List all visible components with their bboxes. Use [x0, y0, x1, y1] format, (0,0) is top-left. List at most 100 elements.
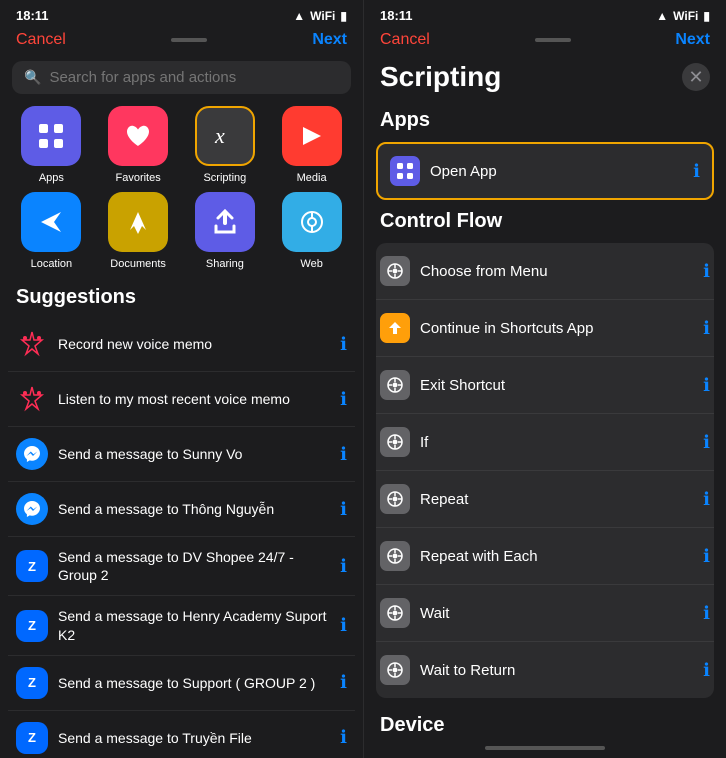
choose-menu-label: Choose from Menu [420, 263, 703, 280]
suggestion-info-button[interactable]: ℹ [340, 389, 347, 410]
section-header-apps: Apps [376, 101, 714, 142]
location-icon [21, 192, 81, 252]
repeat-label: Repeat [420, 491, 703, 508]
suggestion-icon: Z [16, 667, 48, 699]
left-status-icons: ▲ WiFi ▮ [293, 9, 347, 23]
bottom-handle [485, 746, 605, 750]
action-item-exit-shortcut[interactable]: Exit Shortcutℹ [376, 357, 714, 414]
signal-icon: ▲ [293, 9, 305, 23]
category-media[interactable]: Media [272, 106, 351, 184]
scripting-icon: x [195, 106, 255, 166]
suggestion-label: Send a message to Sunny Vo [58, 445, 332, 463]
suggestion-item[interactable]: Listen to my most recent voice memoℹ [8, 372, 355, 427]
documents-icon [108, 192, 168, 252]
search-input[interactable] [49, 69, 339, 86]
left-status-bar: 18:11 ▲ WiFi ▮ [0, 0, 363, 27]
action-item-repeat[interactable]: Repeatℹ [376, 471, 714, 528]
media-label: Media [297, 172, 327, 184]
open-app-info-button[interactable]: ℹ [693, 161, 700, 182]
control-flow-list: Choose from MenuℹContinue in Shortcuts A… [376, 243, 714, 698]
category-sharing[interactable]: Sharing [186, 192, 265, 270]
suggestions-list: Record new voice memo ℹ Listen to my most… [0, 317, 363, 758]
action-item-choose-menu[interactable]: Choose from Menuℹ [376, 243, 714, 300]
choose-menu-info-button[interactable]: ℹ [703, 261, 710, 282]
bottom-handle-bar [364, 738, 726, 758]
action-item-repeat-each[interactable]: Repeat with Eachℹ [376, 528, 714, 585]
action-item-open-app[interactable]: Open Appℹ [376, 142, 714, 200]
category-apps[interactable]: Apps [12, 106, 91, 184]
close-button[interactable]: ✕ [682, 63, 710, 91]
left-cancel-button[interactable]: Cancel [16, 31, 66, 49]
wifi-icon: WiFi [310, 9, 335, 23]
suggestion-info-button[interactable]: ℹ [340, 556, 347, 577]
suggestion-item[interactable]: ZSend a message to Truyền Fileℹ [8, 711, 355, 758]
open-app-icon [390, 156, 420, 186]
suggestion-label: Record new voice memo [58, 335, 332, 353]
action-item-if[interactable]: Ifℹ [376, 414, 714, 471]
scripting-label: Scripting [203, 172, 246, 184]
suggestion-info-button[interactable]: ℹ [340, 615, 347, 636]
suggestions-title: Suggestions [0, 282, 363, 317]
action-item-wait-return[interactable]: Wait to Returnℹ [376, 642, 714, 698]
left-time: 18:11 [16, 8, 49, 23]
choose-menu-icon [380, 256, 410, 286]
suggestion-icon [16, 383, 48, 415]
right-nav-bar: Cancel Next [364, 27, 726, 57]
battery-icon: ▮ [340, 9, 347, 23]
right-status-icons: ▲ WiFi ▮ [656, 9, 710, 23]
open-app-label: Open App [430, 163, 693, 180]
right-drag-handle [535, 38, 571, 42]
search-bar[interactable]: 🔍 [12, 61, 351, 94]
exit-shortcut-info-button[interactable]: ℹ [703, 375, 710, 396]
right-content: Apps Open AppℹControl Flow Choose from M… [364, 101, 726, 738]
category-documents[interactable]: Documents [99, 192, 178, 270]
repeat-each-label: Repeat with Each [420, 548, 703, 565]
suggestion-label: Send a message to Truyền File [58, 729, 332, 747]
right-time: 18:11 [380, 8, 413, 23]
suggestion-item[interactable]: ZSend a message to Support ( GROUP 2 )ℹ [8, 656, 355, 711]
right-battery-icon: ▮ [703, 9, 710, 23]
suggestion-item[interactable]: Send a message to Thông Nguyễnℹ [8, 482, 355, 537]
svg-text:x: x [214, 123, 225, 148]
right-next-button[interactable]: Next [675, 31, 710, 49]
web-icon [282, 192, 342, 252]
action-item-continue-shortcuts[interactable]: Continue in Shortcuts Appℹ [376, 300, 714, 357]
suggestion-info-button[interactable]: ℹ [340, 499, 347, 520]
suggestion-icon [16, 493, 48, 525]
suggestion-info-button[interactable]: ℹ [340, 672, 347, 693]
suggestion-item[interactable]: Record new voice memo ℹ [8, 317, 355, 372]
suggestion-info-button[interactable]: ℹ [340, 444, 347, 465]
repeat-each-info-button[interactable]: ℹ [703, 546, 710, 567]
wait-label: Wait [420, 605, 703, 622]
search-icon: 🔍 [24, 69, 41, 86]
wait-return-info-button[interactable]: ℹ [703, 660, 710, 681]
wait-return-icon [380, 655, 410, 685]
media-icon [282, 106, 342, 166]
suggestion-item[interactable]: ZSend a message to Henry Academy Suport … [8, 596, 355, 655]
suggestion-label: Send a message to Henry Academy Suport K… [58, 607, 332, 643]
suggestion-item[interactable]: Send a message to Sunny Vo ℹ [8, 427, 355, 482]
wait-info-button[interactable]: ℹ [703, 603, 710, 624]
suggestion-item[interactable]: ZSend a message to DV Shopee 24/7 - Grou… [8, 537, 355, 596]
left-panel: 18:11 ▲ WiFi ▮ Cancel Next 🔍 Apps Favorit… [0, 0, 363, 758]
apps-label: Apps [39, 172, 64, 184]
category-location[interactable]: Location [12, 192, 91, 270]
category-favorites[interactable]: Favorites [99, 106, 178, 184]
left-drag-handle [171, 38, 207, 42]
suggestion-info-button[interactable]: ℹ [340, 727, 347, 748]
if-icon [380, 427, 410, 457]
if-label: If [420, 434, 703, 451]
repeat-info-button[interactable]: ℹ [703, 489, 710, 510]
continue-shortcuts-info-button[interactable]: ℹ [703, 318, 710, 339]
continue-shortcuts-label: Continue in Shortcuts App [420, 320, 703, 337]
right-cancel-button[interactable]: Cancel [380, 31, 430, 49]
left-next-button[interactable]: Next [312, 31, 347, 49]
section-header-control-flow: Control Flow [376, 202, 714, 243]
action-item-wait[interactable]: Waitℹ [376, 585, 714, 642]
location-label: Location [31, 258, 73, 270]
category-web[interactable]: Web [272, 192, 351, 270]
category-scripting[interactable]: x Scripting [186, 106, 265, 184]
if-info-button[interactable]: ℹ [703, 432, 710, 453]
suggestion-info-button[interactable]: ℹ [340, 334, 347, 355]
favorites-icon [108, 106, 168, 166]
